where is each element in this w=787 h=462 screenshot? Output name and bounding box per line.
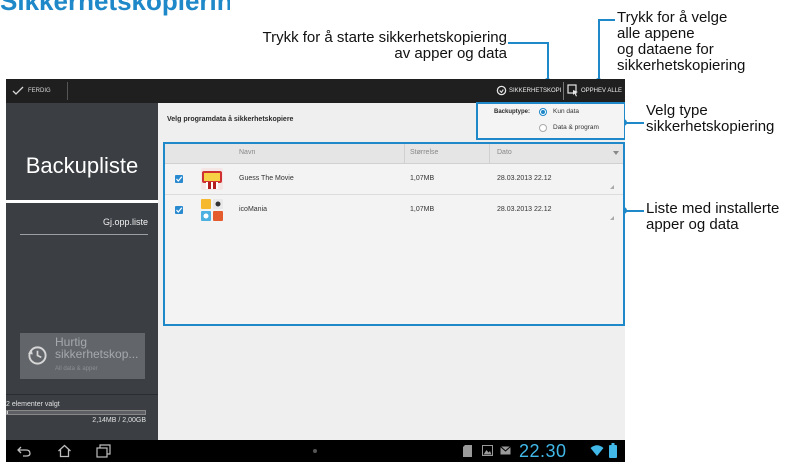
callout-line: Velg type	[646, 102, 708, 119]
main-content: Velg programdata å sikkerhetskopiere Bac…	[158, 102, 625, 440]
leader-line	[624, 122, 644, 124]
divider	[6, 394, 158, 395]
storage-bar	[6, 410, 146, 415]
leader-line	[624, 210, 644, 212]
menu-dot-icon[interactable]	[313, 449, 317, 453]
callout-line: Trykk for å starte sikkerhetskopiering	[262, 29, 507, 46]
checkmark-icon	[12, 86, 24, 95]
sd-card-icon	[463, 445, 472, 457]
leader-line	[598, 19, 600, 81]
sidebar-title: Backupliste	[25, 153, 139, 178]
sidebar: Backupliste Gj.opp.liste Hurtig sikkerhe…	[6, 103, 158, 440]
image-icon	[482, 445, 493, 456]
divider	[489, 144, 490, 163]
select-cursor-icon	[567, 84, 578, 97]
divider	[67, 82, 68, 100]
callout-line: sikkerhetskopiering	[646, 118, 775, 135]
callout-line: alle appene	[617, 25, 695, 42]
storage-bar-fill	[7, 411, 8, 414]
app-size: 1,07MB	[410, 206, 435, 213]
selected-count: 2 elementer valgt	[6, 401, 60, 408]
tablet-screen: FERDIG SIKKERHETSKOPI OPPHEV ALLE Backup…	[6, 79, 625, 462]
instruction-text: Velg programdata å sikkerhetskopiere	[167, 116, 294, 123]
row-checkbox[interactable]	[175, 175, 183, 183]
backup-type-label: Backuptype:	[494, 109, 531, 115]
back-icon[interactable]	[17, 445, 31, 457]
done-button[interactable]: FERDIG	[12, 84, 62, 98]
backup-label: SIKKERHETSKOPI	[509, 88, 562, 94]
leader-line	[508, 42, 548, 44]
table-row[interactable]: icoMania 1,07MB 28.03.2013 22.12	[165, 195, 623, 225]
radio-label: Data & program	[553, 124, 599, 131]
app-date: 28.03.2013 22.12	[497, 206, 552, 213]
restore-list-link[interactable]: Gj.opp.liste	[20, 211, 148, 239]
app-size: 1,07MB	[410, 175, 435, 182]
radio-label: Kun data	[553, 108, 580, 115]
action-bar: FERDIG SIKKERHETSKOPI OPPHEV ALLE	[6, 79, 625, 103]
quick-backup-title: sikkerhetskop...	[55, 347, 139, 361]
row-checkbox[interactable]	[175, 206, 183, 214]
callout-backup-type: Velg type sikkerhetskopiering	[646, 103, 786, 135]
callout-select-all: Trykk for å velge alle appene og dataene…	[617, 10, 787, 74]
page-heading: Sikkerhetskopiering	[0, 0, 230, 16]
leader-line	[547, 42, 549, 80]
callout-line: og dataene for	[617, 41, 714, 58]
backup-icon	[27, 346, 47, 365]
app-name: icoMania	[239, 206, 268, 213]
callout-line: Liste med installerte	[646, 200, 780, 217]
radio-option-data-program[interactable]: Data & program	[539, 123, 619, 133]
email-icon	[500, 446, 511, 455]
done-label: FERDIG	[28, 88, 51, 94]
column-header-size[interactable]: Størrelse	[410, 149, 438, 156]
quick-backup-button[interactable]: Hurtig sikkerhetskop... All data & apper	[20, 333, 145, 379]
divider	[563, 82, 564, 100]
icomania-app-icon	[201, 199, 223, 221]
storage-text: 2,14MB / 2,00GB	[92, 417, 146, 424]
radio-option-data-only[interactable]: Kun data	[539, 107, 619, 117]
leader-line	[598, 19, 615, 21]
backup-button[interactable]: SIKKERHETSKOPI	[496, 83, 563, 99]
backup-icon	[496, 85, 507, 96]
system-bar: 22.30	[6, 440, 625, 462]
quick-backup-subtitle: All data & apper	[55, 366, 98, 372]
battery-icon	[609, 443, 617, 458]
callout-line: av apper og data	[394, 45, 507, 62]
deselect-all-label: OPPHEV ALLE	[581, 88, 623, 94]
column-header-name[interactable]: Navn	[239, 149, 255, 156]
app-date: 28.03.2013 22.12	[497, 175, 552, 182]
callout-app-list: Liste med installerte apper og data	[646, 201, 786, 233]
backup-type-panel: Backuptype: Kun data Data & program	[476, 102, 625, 140]
title-underline	[6, 200, 158, 203]
column-header-date[interactable]: Dato	[497, 149, 512, 156]
callout-line: Trykk for å velge	[617, 9, 728, 26]
radio-selected-dot	[541, 110, 545, 114]
radio-button	[539, 124, 547, 132]
radio-button	[539, 108, 547, 116]
deselect-all-button[interactable]: OPPHEV ALLE	[567, 83, 624, 99]
home-icon[interactable]	[57, 444, 72, 458]
app-name: Guess The Movie	[239, 175, 294, 182]
callout-line: sikkerhetskopiering	[617, 57, 746, 74]
divider	[20, 234, 148, 235]
clock: 22.30	[519, 441, 567, 461]
callout-start-backup: Trykk for å starte sikkerhetskopiering a…	[262, 30, 507, 62]
restore-list-label: Gj.opp.liste	[102, 217, 148, 227]
app-list: Navn Størrelse Dato Guess The Movie 1,07…	[163, 142, 625, 326]
wifi-icon	[590, 445, 604, 456]
callout-line: apper og data	[646, 216, 739, 233]
table-row[interactable]: Guess The Movie 1,07MB 28.03.2013 22.12	[165, 164, 623, 195]
checkmark-icon	[176, 176, 183, 182]
expand-corner-icon[interactable]	[610, 185, 614, 189]
recent-apps-icon[interactable]	[96, 444, 111, 458]
sort-arrow-icon[interactable]	[613, 151, 619, 155]
divider	[404, 144, 405, 163]
checkmark-icon	[176, 207, 183, 213]
list-header: Navn Størrelse Dato	[165, 144, 623, 164]
expand-corner-icon[interactable]	[610, 216, 614, 220]
guess-the-movie-app-icon	[201, 168, 223, 190]
